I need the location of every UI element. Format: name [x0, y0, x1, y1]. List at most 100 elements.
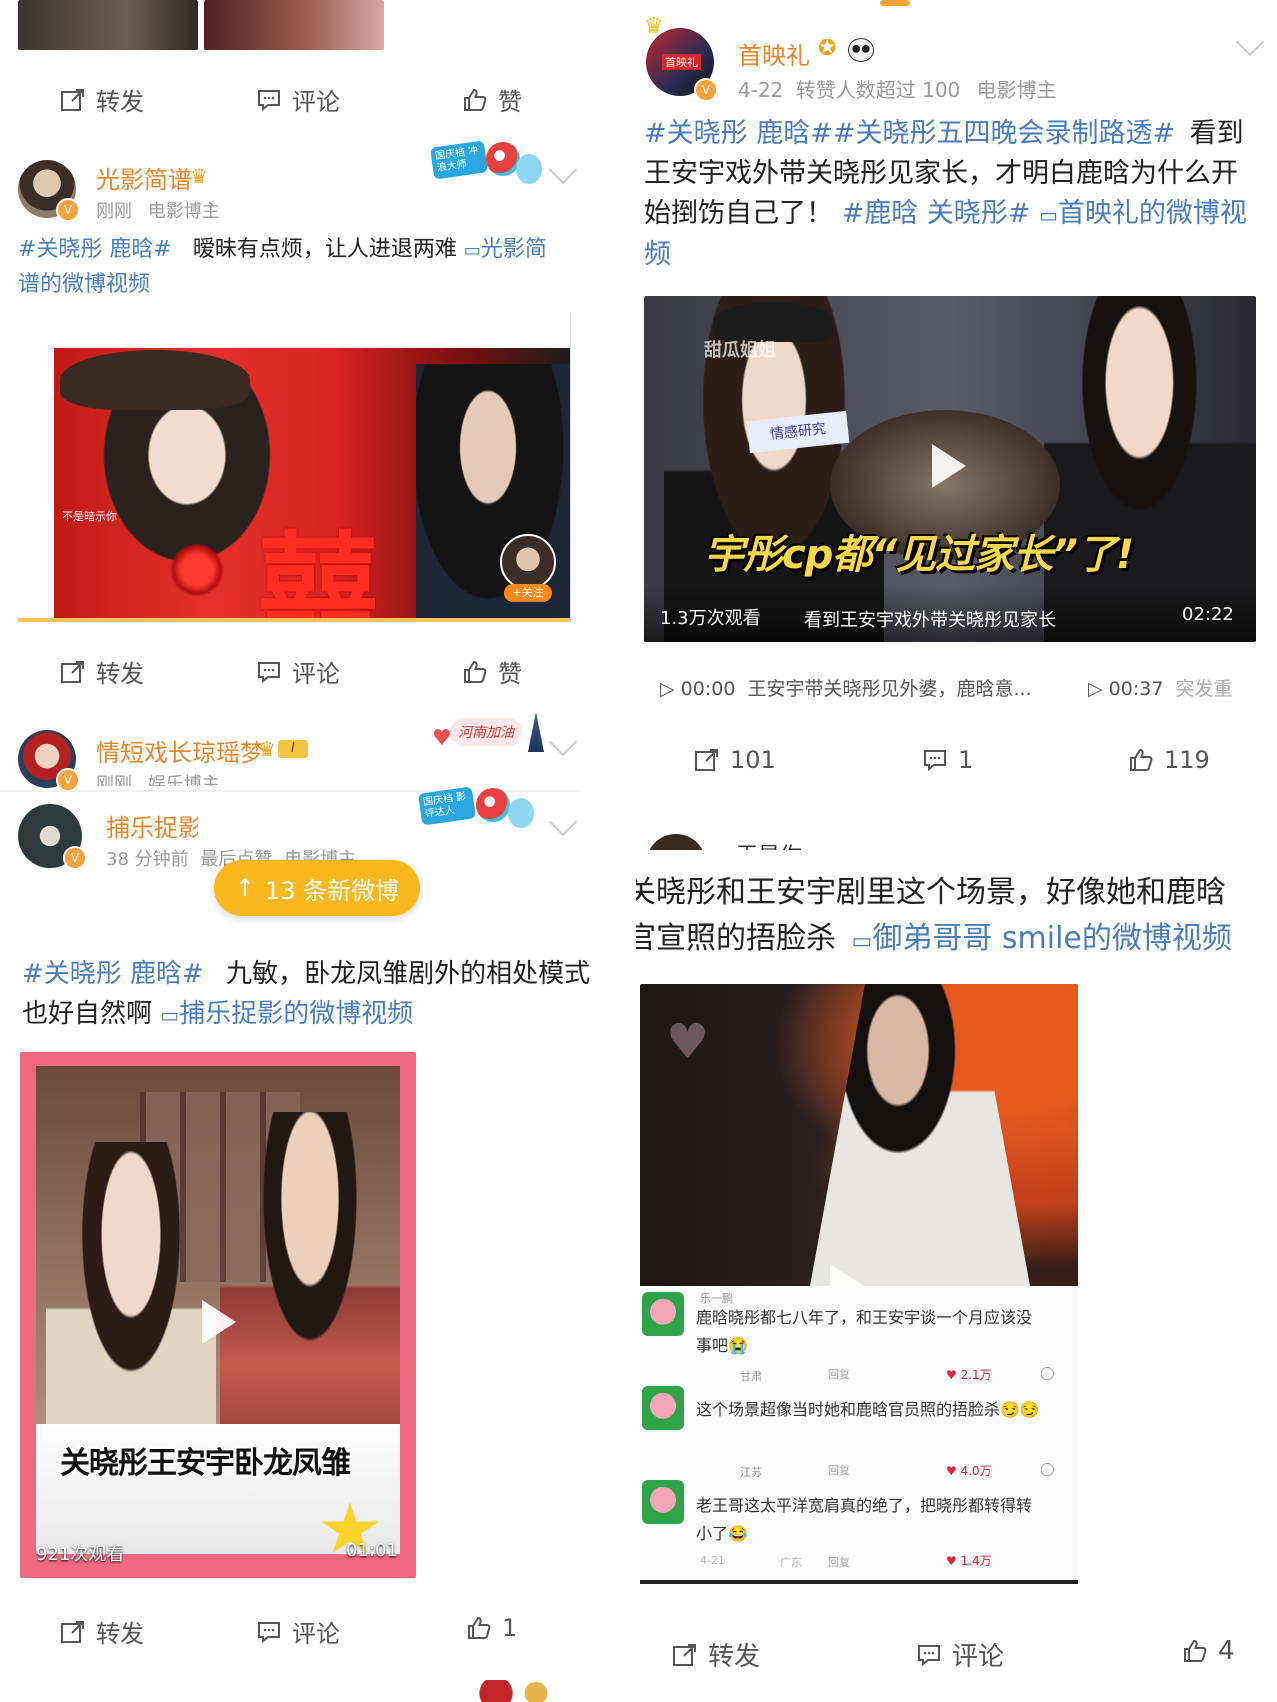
chapter-time: 00:37: [1108, 678, 1164, 700]
hashtag-link[interactable]: #关晓彤 鹿晗#: [22, 959, 204, 989]
hashtag-link[interactable]: #关晓彤 鹿晗##关晓彤五四晚会录制路透#: [644, 118, 1175, 149]
username[interactable]: 捕乐捉影: [106, 808, 198, 843]
video-link-icon: ▭: [463, 240, 481, 261]
comment-label: 评论: [292, 88, 340, 116]
comments-screenshot: 乐一鹏 鹿晗晓彤都七八年了，和王安宇谈一个月应该没事吧😭 ♥ 2.1万 回复 ◯…: [640, 1286, 1078, 1584]
thumbs-up-icon: [464, 88, 487, 111]
repost-button[interactable]: 转发: [60, 82, 144, 117]
view-count: 921次观看: [36, 1544, 125, 1565]
comment-button[interactable]: 评论: [916, 1636, 1004, 1673]
video-player[interactable]: 关晓彤王安宇卧龙凤雏 921次观看 01:01: [20, 1052, 416, 1578]
chevron-down-icon[interactable]: [548, 155, 578, 185]
crown-icon: ♛: [258, 737, 276, 761]
view-count: 1.3万次观看: [660, 608, 761, 629]
like-button[interactable]: 4: [1182, 1636, 1235, 1666]
like-button[interactable]: 赞: [462, 82, 522, 117]
repost-button[interactable]: 转发: [60, 654, 144, 689]
share-icon: [673, 1643, 696, 1666]
previous-post-image-1[interactable]: [18, 0, 198, 50]
comment-like: ♥ 2.1万: [946, 1366, 992, 1383]
username[interactable]: 光影简谱: [96, 160, 192, 195]
sticker-character-2: [508, 798, 534, 828]
actor-figure: [220, 1112, 400, 1472]
repost-button[interactable]: 转发: [60, 1614, 144, 1649]
comment-avatar: [642, 1292, 684, 1336]
comment-icon: [258, 89, 280, 111]
like-count: 1: [502, 1614, 518, 1642]
comment-text: 老王哥这太平洋宽肩真的绝了，把晓彤都转得转小了😂: [696, 1496, 1033, 1543]
play-icon[interactable]: [202, 1300, 236, 1344]
chapter-item[interactable]: ▷ 00:00 王安宇带关晓彤见外婆，鹿晗意...: [660, 674, 1032, 701]
comment-button[interactable]: 评论: [256, 654, 340, 689]
video-caption: 不是暗示你: [62, 510, 117, 523]
new-posts-button[interactable]: ↑ 13 条新微博: [214, 860, 420, 916]
hashtag-link[interactable]: #关晓彤 鹿晗#: [18, 237, 172, 262]
comment-button[interactable]: 评论: [256, 1614, 340, 1649]
comment-like-count: 1.4万: [960, 1554, 992, 1568]
verified-badge: V: [63, 846, 87, 870]
repost-button[interactable]: 101: [694, 746, 776, 774]
video-link-label: 御弟哥哥 smile的微博视频: [872, 921, 1232, 956]
sticker-badge: ♥ 河南加油: [432, 712, 548, 760]
heart-icon: ♥: [946, 1464, 957, 1478]
chevron-down-icon[interactable]: [548, 807, 578, 837]
sticker-label: 国庆档 冲浪大师: [430, 140, 488, 180]
username[interactable]: 王是你: [736, 838, 802, 850]
panda-icon: [848, 38, 874, 62]
comment-button[interactable]: 1: [922, 746, 973, 774]
video-link[interactable]: ▭御弟哥哥 smile的微博视频: [852, 921, 1232, 956]
comment-avatar: [642, 1386, 684, 1430]
hashtag-link[interactable]: #鹿晗 关晓彤#: [842, 198, 1031, 229]
like-button[interactable]: 1: [466, 1614, 517, 1642]
next-post-sticker: [476, 1680, 576, 1702]
medal-icon: ✪: [818, 36, 837, 61]
chevron-down-icon[interactable]: [1235, 27, 1265, 57]
follow-button[interactable]: +关注: [504, 584, 552, 602]
avatar[interactable]: [646, 834, 706, 850]
share-icon: [61, 1620, 84, 1643]
pagoda-icon: [528, 712, 544, 752]
heart-icon: ♥: [946, 1554, 957, 1568]
repost-button[interactable]: 转发: [672, 1636, 760, 1673]
video-link[interactable]: ▭捕乐捉影的微博视频: [160, 999, 413, 1029]
actress-figure: [46, 1142, 216, 1472]
sticker-character: [476, 788, 510, 822]
video-title: 关晓彤王安宇卧龙凤雏: [60, 1446, 351, 1481]
duration: 01:01: [346, 1540, 398, 1561]
chevron-down-icon[interactable]: [548, 727, 578, 757]
video-player[interactable]: ♥ 乐一鹏 鹿晗晓彤都七八年了，和王安宇谈一个月应该没事吧😭 ♥ 2.1万 回复…: [640, 984, 1078, 1594]
post-extra: 转赞人数超过 100: [795, 78, 961, 102]
previous-post-image-2[interactable]: [204, 0, 384, 50]
comment-label: 评论: [292, 1620, 340, 1648]
like-button[interactable]: 赞: [462, 654, 522, 689]
comment-like-count: 4.0万: [960, 1464, 992, 1478]
username[interactable]: 情短戏长琼瑶梦: [96, 733, 264, 768]
comment-button[interactable]: 评论: [256, 82, 340, 117]
comment-bubble-icon: ◯: [1040, 1366, 1055, 1381]
video-player[interactable]: 甜瓜姐姐 情感研究 宇彤cp都“见过家长”了! 1.3万次观看 看到王安宇戏外带…: [644, 296, 1256, 642]
post-text: #关晓彤 鹿晗# 暧昧有点烦，让人进退两难 ▭光影简谱的微博视频: [18, 233, 563, 302]
like-button[interactable]: 119: [1128, 746, 1210, 774]
actress-hat: [60, 350, 250, 410]
actor-figure: [416, 364, 570, 622]
comment-reply: 回复: [828, 1464, 850, 1477]
video-player[interactable]: 囍 不是暗示你 +关注: [18, 312, 571, 622]
username[interactable]: 首映礼: [738, 36, 810, 71]
video-link-label: 捕乐捉影的微博视频: [179, 999, 414, 1029]
heart-decoration-icon: ♥: [666, 1014, 710, 1070]
video-link-icon: ▭: [1039, 203, 1058, 227]
post-role: 电影博主: [976, 78, 1057, 102]
sticker-badge: 国庆档 冲浪大师: [430, 140, 544, 196]
share-icon: [61, 88, 84, 111]
video-link-icon: ▭: [851, 929, 873, 954]
chapter-label: 突发重: [1175, 678, 1233, 700]
play-icon[interactable]: [932, 444, 966, 488]
double-happiness-character: 囍: [258, 521, 378, 622]
post-time: 38 分钟前: [106, 849, 189, 870]
crown-icon: ♛: [190, 164, 208, 188]
avatar-text: 首映礼: [662, 54, 701, 70]
uploader-avatar[interactable]: [500, 534, 556, 590]
post-text: #关晓彤 鹿晗##关晓彤五四晚会录制路透# 看到王安宇戏外带关晓彤见家长，才明白…: [644, 114, 1254, 275]
chapter-item[interactable]: ▷ 00:37 突发重: [1088, 674, 1258, 701]
level-badge: ♛ I: [258, 737, 308, 761]
